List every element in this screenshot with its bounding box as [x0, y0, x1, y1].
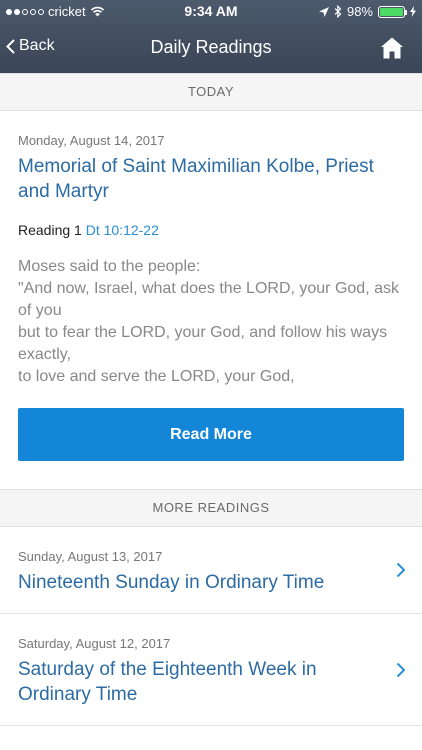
reading-label: Reading 1 — [18, 222, 82, 238]
today-section-header: TODAY — [0, 73, 422, 111]
list-item-title: Nineteenth Sunday in Ordinary Time — [18, 572, 325, 593]
reading-excerpt: Moses said to the people: "And now, Isra… — [18, 256, 404, 388]
battery-level-fill — [380, 7, 403, 16]
app-header: cricket 9:34 AM 98% Back Daily Readings — [0, 0, 422, 73]
chevron-right-icon — [396, 662, 406, 677]
reading-citation: Reading 1 Dt 10:12-22 — [18, 222, 404, 238]
page-title: Daily Readings — [150, 37, 272, 57]
reading-reference-link[interactable]: Dt 10:12-22 — [86, 222, 159, 238]
today-reading-card: Monday, August 14, 2017 Memorial of Sain… — [0, 111, 422, 489]
location-arrow-icon — [318, 6, 329, 17]
more-readings-section-header: MORE READINGS — [0, 489, 422, 527]
list-item-date: Saturday, August 12, 2017 — [18, 636, 171, 651]
home-icon[interactable] — [380, 36, 404, 60]
today-title[interactable]: Memorial of Saint Maximilian Kolbe, Prie… — [18, 154, 404, 204]
excerpt-line: "And now, Israel, what does the LORD, yo… — [18, 280, 399, 319]
list-item-title: Saturday of the Eighteenth Week in Ordin… — [18, 659, 317, 705]
reading-list-item[interactable]: Saturday, August 12, 2017 Saturday of th… — [0, 614, 422, 726]
list-item-date: Sunday, August 13, 2017 — [18, 549, 163, 564]
status-bar: cricket 9:34 AM 98% — [0, 0, 422, 24]
battery-percent: 98% — [346, 4, 373, 19]
read-more-button[interactable]: Read More — [18, 408, 404, 461]
status-indicators: 98% — [318, 4, 416, 19]
excerpt-line: but to fear the LORD, your God, and foll… — [18, 324, 388, 363]
navigation-bar: Back Daily Readings — [0, 24, 422, 73]
excerpt-line: Moses said to the people: — [18, 258, 201, 275]
bluetooth-icon — [334, 5, 342, 18]
chevron-right-icon — [396, 562, 406, 578]
excerpt-line: to love and serve the LORD, your God, — [18, 368, 295, 385]
battery-icon — [378, 5, 407, 18]
today-date: Monday, August 14, 2017 — [18, 133, 165, 148]
charging-bolt-icon — [410, 6, 416, 17]
reading-list-item[interactable]: Sunday, August 13, 2017 Nineteenth Sunda… — [0, 527, 422, 614]
